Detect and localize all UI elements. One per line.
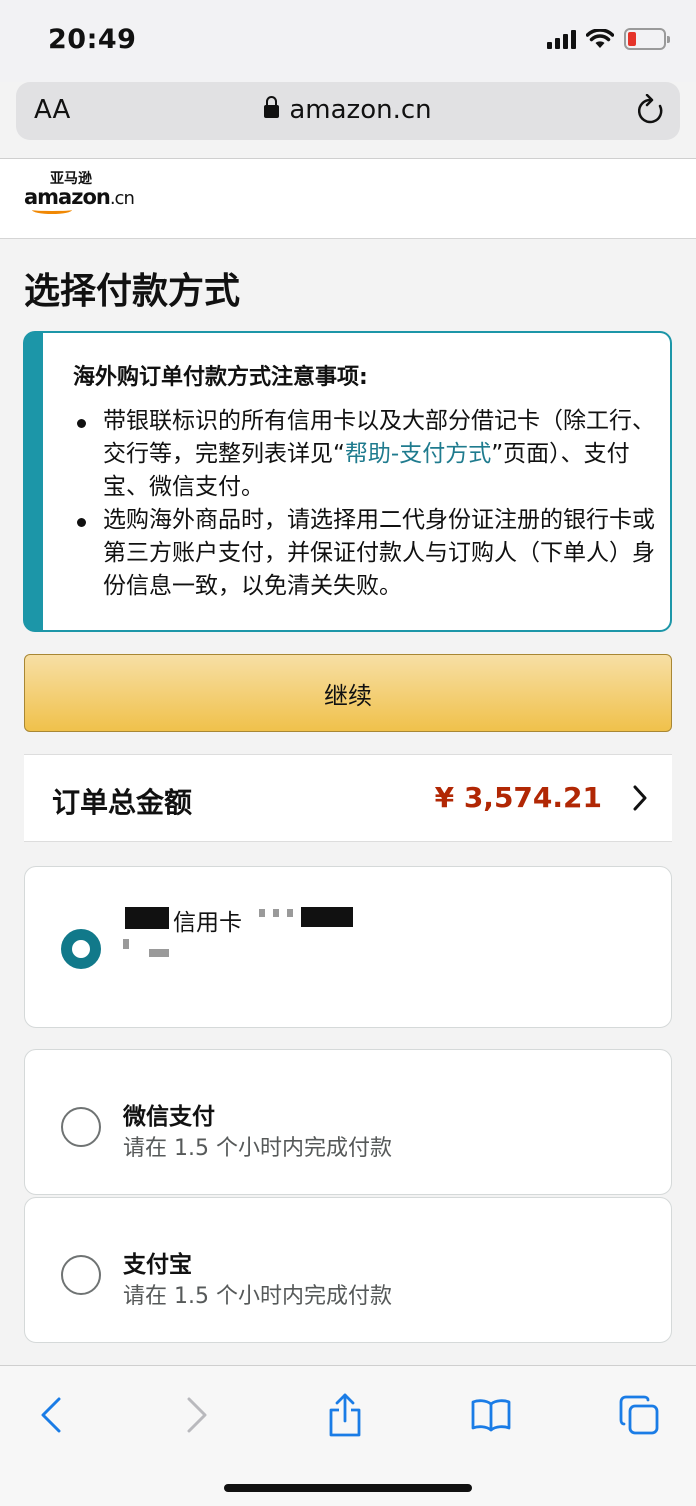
status-icons — [547, 28, 670, 50]
payment-option-alipay[interactable]: 支付宝 请在 1.5 个小时内完成付款 — [24, 1197, 672, 1343]
notice-title: 海外购订单付款方式注意事项: — [73, 365, 368, 390]
chevron-right-icon — [633, 785, 647, 811]
credit-card-title: 信用卡 — [173, 910, 242, 936]
redacted-mark — [259, 909, 265, 917]
tabs-button[interactable] — [614, 1390, 664, 1440]
wechat-pay-title: 微信支付 — [123, 1104, 215, 1130]
order-total-row[interactable]: 订单总金额 ¥ 3,574.21 — [24, 754, 672, 842]
bookmarks-button[interactable] — [466, 1390, 516, 1440]
logo-chinese-text: 亚马逊 — [50, 171, 92, 187]
url-display[interactable]: amazon.cn — [16, 95, 680, 125]
redacted-mark — [287, 909, 293, 917]
notice-item: 带银联标识的所有信用卡以及大部分借记卡（除工行、交行等，完整列表详见“帮助-支付… — [73, 405, 663, 504]
order-total-value: ¥ 3,574.21 — [434, 781, 602, 814]
notice-item: 选购海外商品时，请选择用二代身份证注册的银行卡或第三方账户支付，并保证付款人与订… — [73, 504, 663, 603]
redacted-card-number — [301, 907, 353, 927]
payment-option-credit-card[interactable]: 信用卡 — [24, 866, 672, 1028]
share-button[interactable] — [320, 1390, 370, 1440]
radio-wechat-pay[interactable] — [61, 1107, 101, 1147]
payment-option-wechat-pay[interactable]: 微信支付 请在 1.5 个小时内完成付款 — [24, 1049, 672, 1195]
url-text: amazon.cn — [289, 95, 432, 125]
amazon-logo[interactable]: 亚马逊 amazon.cn — [24, 171, 135, 214]
continue-label: 继续 — [324, 681, 372, 710]
wechat-pay-subtitle: 请在 1.5 个小时内完成付款 — [123, 1136, 392, 1161]
page-title: 选择付款方式 — [24, 271, 241, 312]
alipay-subtitle: 请在 1.5 个小时内完成付款 — [123, 1284, 392, 1309]
order-total-label: 订单总金额 — [52, 786, 193, 819]
battery-level — [628, 32, 636, 46]
notice-list: 带银联标识的所有信用卡以及大部分借记卡（除工行、交行等，完整列表详见“帮助-支付… — [73, 405, 663, 603]
tabs-icon — [619, 1395, 659, 1435]
site-header: 亚马逊 amazon.cn — [0, 159, 696, 239]
notice-box: 海外购订单付款方式注意事项: 带银联标识的所有信用卡以及大部分借记卡（除工行、交… — [23, 331, 672, 632]
redacted-bank-name — [125, 907, 169, 929]
forward-icon — [187, 1397, 207, 1433]
battery-icon — [624, 28, 670, 50]
radio-credit-card[interactable] — [61, 929, 101, 969]
home-indicator[interactable] — [224, 1484, 472, 1492]
logo-wordmark: amazon.cn — [24, 185, 135, 210]
reload-icon[interactable] — [636, 94, 666, 126]
logo-word: amazon — [24, 185, 111, 209]
continue-button[interactable]: 继续 — [24, 654, 672, 732]
cellular-signal-icon — [547, 29, 576, 49]
back-button[interactable] — [26, 1390, 76, 1440]
lock-icon — [264, 96, 280, 118]
logo-suffix: .cn — [109, 188, 135, 209]
browser-toolbar — [0, 1365, 696, 1506]
radio-alipay[interactable] — [61, 1255, 101, 1295]
wifi-icon — [586, 29, 614, 48]
forward-button[interactable] — [172, 1390, 222, 1440]
redacted-mark — [273, 909, 279, 917]
status-bar: 20:49 — [0, 0, 696, 82]
back-icon — [41, 1397, 61, 1433]
alipay-title: 支付宝 — [123, 1252, 192, 1278]
redacted-cardholder — [149, 949, 169, 957]
share-icon — [329, 1393, 361, 1437]
status-time: 20:49 — [48, 24, 137, 55]
bookmarks-icon — [471, 1399, 511, 1432]
help-payment-link[interactable]: 帮助-支付方式 — [345, 441, 491, 467]
address-bar[interactable]: AA amazon.cn — [16, 82, 680, 140]
redacted-mark — [123, 939, 129, 949]
